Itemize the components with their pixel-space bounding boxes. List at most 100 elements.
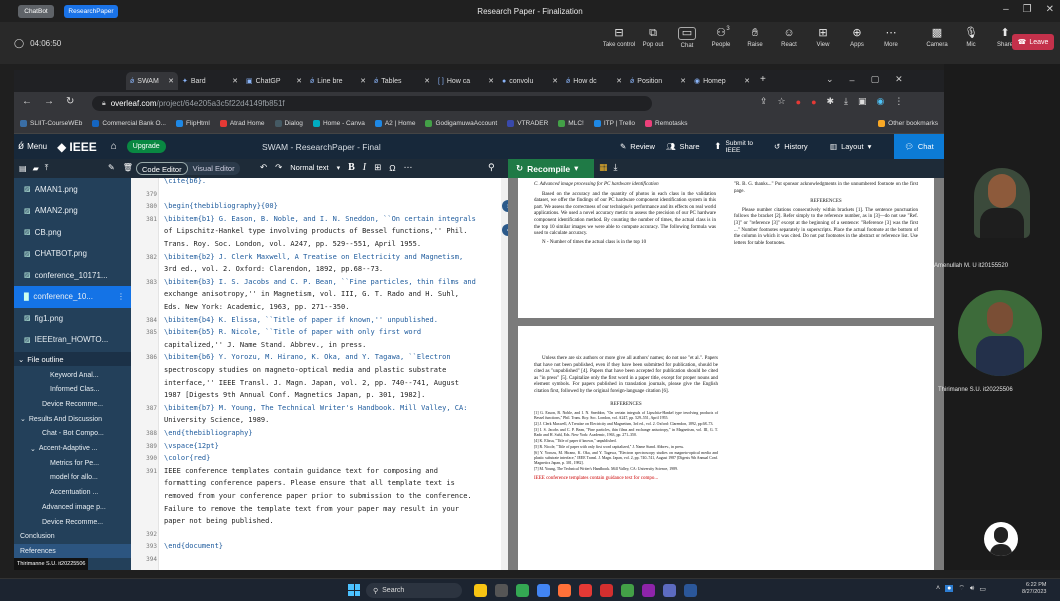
bookmark-item[interactable]: FlipHtml bbox=[175, 120, 210, 127]
menu-button[interactable]: ǿ Menu bbox=[18, 141, 47, 152]
tool-react[interactable]: ☺ React bbox=[772, 28, 806, 49]
code-line[interactable]: \bibitem{b5} R. Nicole, ``Title of paper… bbox=[164, 328, 502, 338]
close-tab-icon[interactable]: ✕ bbox=[424, 77, 430, 85]
close-tab-icon[interactable]: ✕ bbox=[552, 77, 558, 85]
close-tab-icon[interactable]: ✕ bbox=[232, 77, 238, 85]
upload-icon[interactable]: ⤒ bbox=[45, 163, 49, 173]
bookmark-item[interactable]: GodigamuwaAccount bbox=[425, 120, 497, 127]
leave-button[interactable]: ☎ Leave bbox=[1012, 34, 1054, 50]
code-line[interactable]: capitalized,'' J. Name Stand. Abbrev., i… bbox=[164, 341, 502, 351]
code-line[interactable]: Failure to remove the template text from… bbox=[164, 505, 502, 515]
file-item[interactable]: ▨ IEEEtran_HOWTO... bbox=[14, 329, 131, 351]
code-line[interactable]: Trans. Roy. Soc. London, vol. A247, pp. … bbox=[164, 240, 502, 250]
browser-tab[interactable]: [ ] How ca ✕ bbox=[434, 72, 498, 90]
close-tab-icon[interactable]: ✕ bbox=[680, 77, 686, 85]
close-tab-icon[interactable]: ✕ bbox=[744, 77, 750, 85]
text-style-select[interactable]: Normal text bbox=[290, 163, 328, 172]
close-tab-icon[interactable]: ✕ bbox=[296, 77, 302, 85]
math-icon[interactable]: ⊞ bbox=[374, 162, 381, 173]
review-button[interactable]: ✎ Review bbox=[620, 142, 655, 151]
tab-group-researchpaper[interactable]: ResearchPaper bbox=[64, 5, 118, 18]
file-outline-header[interactable]: ⌄ File outline bbox=[14, 352, 131, 366]
outline-item[interactable]: ⌄ Accent-Adaptive ... bbox=[14, 442, 131, 456]
tab-group-chatbot[interactable]: ChatBot bbox=[18, 5, 54, 18]
code-line[interactable]: \color{red} bbox=[164, 454, 502, 464]
more-icon[interactable]: ⋯ bbox=[404, 162, 413, 173]
participant-video[interactable] bbox=[958, 290, 1042, 376]
code-line[interactable]: \bibitem{b1} G. Eason, B. Noble, and I. … bbox=[164, 215, 502, 225]
bookmark-item[interactable]: ITP | Trello bbox=[593, 120, 635, 127]
code-line[interactable]: of Lipschitz-Hankel type involving produ… bbox=[164, 227, 502, 237]
reload-icon[interactable]: ↻ bbox=[66, 96, 74, 107]
chrome-icon[interactable] bbox=[516, 584, 529, 597]
file-item[interactable]: ▨ AMAN2.png bbox=[14, 200, 131, 222]
new-file-icon[interactable]: ▤ bbox=[19, 164, 27, 173]
tool-pop-out[interactable]: ⧉ Pop out bbox=[636, 28, 670, 49]
layout-button[interactable]: ▥ Layout ▾ bbox=[830, 142, 871, 151]
browser-tab[interactable]: ◉ Homep ✕ bbox=[690, 72, 754, 90]
extension-icon[interactable]: ● bbox=[811, 97, 816, 107]
code-line[interactable]: exchange anisotropy,'' in Magnetism, vol… bbox=[164, 290, 502, 300]
browser-tab[interactable]: ǿ Tables ✕ bbox=[370, 72, 434, 90]
outline-item[interactable]: ⌄ Results And Discussion bbox=[14, 412, 131, 426]
code-line[interactable]: \vspace{12pt} bbox=[164, 442, 502, 452]
bookmark-item[interactable]: Home - Canva bbox=[312, 120, 365, 127]
maximize-icon[interactable]: ❐ bbox=[1023, 4, 1032, 15]
bookmark-item[interactable]: MLC! bbox=[558, 120, 584, 127]
maximize-icon[interactable]: ▢ bbox=[871, 74, 880, 85]
code-line[interactable]: 1987 [Digests 9th Annual Conf. Magnetics… bbox=[164, 391, 502, 401]
new-folder-icon[interactable]: ▰ bbox=[33, 164, 39, 173]
speaker-icon[interactable]: 🔊︎ bbox=[970, 585, 974, 593]
menu-dots-icon[interactable]: ⋮ bbox=[894, 96, 903, 107]
participant-video[interactable] bbox=[974, 168, 1030, 238]
close-tab-icon[interactable]: ✕ bbox=[488, 77, 494, 85]
browser-tab[interactable]: ǿ Position ✕ bbox=[626, 72, 690, 90]
caret-down-icon[interactable]: ▾ bbox=[337, 164, 341, 172]
code-editor[interactable]: \cite{b6}. 379 380 \begin{thebibliography}{… bbox=[131, 177, 508, 570]
battery-icon[interactable]: ▭ bbox=[979, 585, 986, 593]
code-line[interactable]: interface,'' IEEE Transl. J. Magn. Japan… bbox=[164, 379, 502, 389]
code-line[interactable]: \bibitem{b4} K. Elissa, ``Title of paper… bbox=[164, 316, 502, 326]
new-tab-icon[interactable]: + bbox=[760, 74, 766, 85]
other-bookmarks[interactable]: Other bookmarks bbox=[878, 120, 938, 127]
tool-view[interactable]: ⊞ View bbox=[806, 28, 840, 49]
task-view-icon[interactable] bbox=[495, 584, 508, 597]
file-item-active[interactable]: ▉ conference_10... ⋮ bbox=[14, 285, 131, 308]
code-line[interactable]: IEEE conference templates contain guidan… bbox=[164, 467, 502, 477]
bookmark-item[interactable]: VTRADER bbox=[507, 120, 548, 127]
tool-people[interactable]: ⚇ People 3 bbox=[704, 26, 738, 48]
italic-icon[interactable]: I bbox=[363, 162, 366, 173]
close-tab-icon[interactable]: ✕ bbox=[616, 77, 622, 85]
code-line[interactable]: paper not being published. bbox=[164, 517, 502, 527]
pdf-viewer[interactable]: C. Advanced image processing for PC hard… bbox=[508, 178, 944, 570]
tool-more[interactable]: ⋯ More bbox=[874, 28, 908, 49]
download-pdf-icon[interactable]: ⤓ bbox=[614, 162, 618, 173]
url-input[interactable]: 🔒︎ overleaf.com /project/64e205a3c5f22d4… bbox=[92, 96, 652, 111]
outline-item[interactable]: Informed Clas... bbox=[14, 383, 131, 397]
firefox-icon[interactable] bbox=[558, 584, 571, 597]
back-icon[interactable]: ← bbox=[22, 96, 32, 107]
bookmark-item[interactable]: SLIIT-CourseWEb bbox=[20, 120, 82, 127]
bold-icon[interactable]: B bbox=[348, 162, 355, 173]
code-line[interactable]: Eds. New York: Academic, 1963, pp. 271--… bbox=[164, 303, 502, 313]
code-line[interactable]: 3rd ed., vol. 2. Oxford: Clarendon, 1892… bbox=[164, 265, 502, 275]
tool-apps[interactable]: ⊕ Apps bbox=[840, 28, 874, 49]
file-explorer-icon[interactable] bbox=[474, 584, 487, 597]
code-line[interactable]: \end{thebibliography} bbox=[164, 429, 502, 439]
search-icon[interactable]: ⚲ bbox=[488, 162, 495, 173]
file-item[interactable]: ▨ conference_10171... bbox=[14, 264, 131, 286]
chevron-down-icon[interactable]: ⌄ bbox=[826, 74, 834, 85]
bookmark-item[interactable]: A2 | Home bbox=[374, 120, 415, 127]
download-icon[interactable]: ⤓ bbox=[844, 96, 848, 107]
outline-item[interactable]: Metrics for Pe... bbox=[14, 456, 131, 470]
code-editor-toggle[interactable]: Code Editor bbox=[136, 162, 188, 175]
code-line[interactable]: \bibitem{b6} Y. Yorozu, M. Hirano, K. Ok… bbox=[164, 353, 502, 363]
puzzle-icon[interactable]: ✱ bbox=[827, 96, 835, 107]
tool-raise-hand[interactable]: ✋︎ Raise bbox=[738, 28, 772, 49]
browser-tab[interactable]: ▣ ChatGP ✕ bbox=[242, 72, 306, 90]
outline-item[interactable]: Advanced image p... bbox=[14, 500, 131, 514]
close-icon[interactable]: ✕ bbox=[895, 74, 903, 85]
outline-item[interactable]: Keyword Anal... bbox=[14, 368, 131, 382]
delete-icon[interactable]: 🗑︎ bbox=[123, 163, 133, 172]
code-line[interactable]: \bibitem{b2} J. Clerk Maxwell, A Treatis… bbox=[164, 253, 502, 263]
